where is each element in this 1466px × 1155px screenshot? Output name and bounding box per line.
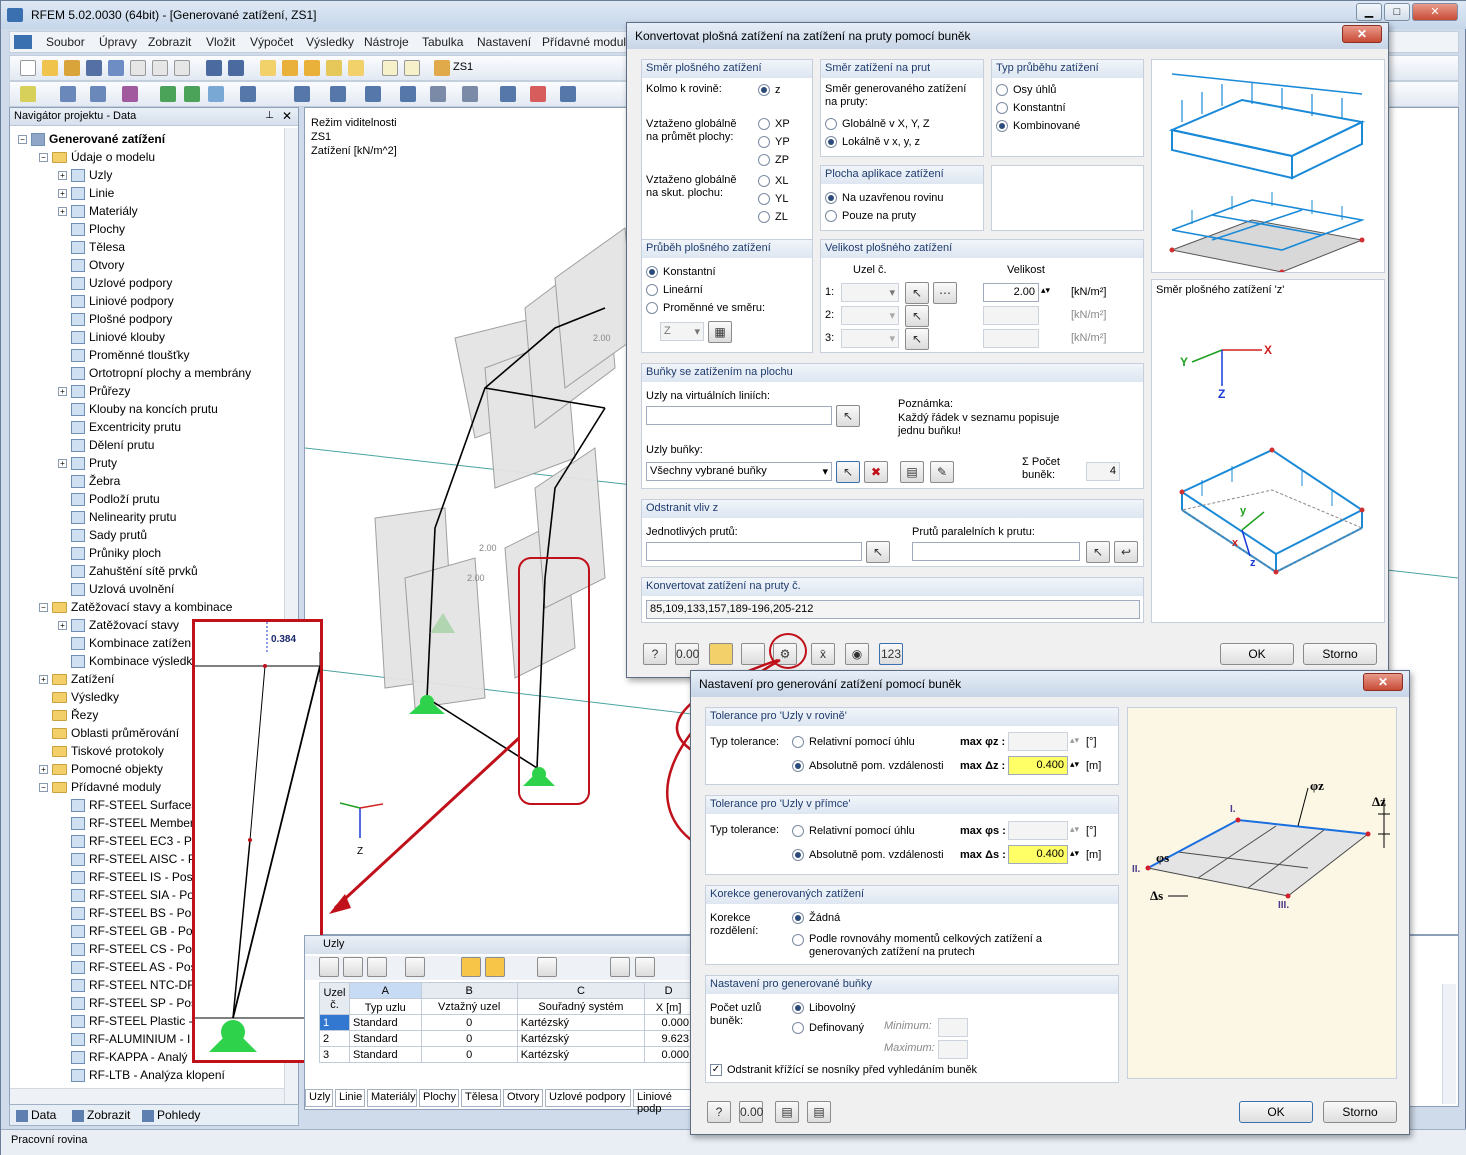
dialog2-title: Nastavení pro generování zatížení pomocí… bbox=[699, 677, 962, 691]
group-plane-tolerance: Tolerance pro 'Uzly v rovině' Typ tolera… bbox=[705, 707, 1119, 785]
spin-plane-angle[interactable]: ▴▾ bbox=[1070, 734, 1079, 747]
dialog2-load-defaults-icon[interactable]: ▤ bbox=[775, 1101, 799, 1123]
spin-plane-distance[interactable]: ▴▾ bbox=[1070, 758, 1079, 771]
label-correction: Korekce rozdělení: bbox=[710, 912, 759, 937]
group-line-tolerance: Tolerance pro 'Uzly v přímce' Typ tolera… bbox=[705, 795, 1119, 875]
dialog2-cancel-button[interactable]: Storno bbox=[1323, 1101, 1397, 1123]
svg-text:Δz: Δz bbox=[1372, 794, 1386, 809]
svg-text:φz: φz bbox=[1310, 778, 1324, 793]
spin-line-distance[interactable]: ▴▾ bbox=[1070, 847, 1079, 860]
dialog2-save-defaults-icon[interactable]: ▤ bbox=[807, 1101, 831, 1123]
input-plane-distance[interactable]: 0.400 bbox=[1008, 756, 1068, 775]
label-max-ds: max Δs : bbox=[960, 849, 1006, 861]
group-generated-cells-title: Nastavení pro generované buňky bbox=[710, 978, 873, 990]
radio-cells-any[interactable]: Libovolný bbox=[792, 1002, 855, 1015]
dialog2-close-button[interactable]: ✕ bbox=[1363, 673, 1403, 691]
input-line-angle[interactable] bbox=[1008, 821, 1068, 840]
radio-plane-absolute[interactable]: Absolutně pom. vzdálenosti bbox=[792, 760, 944, 773]
radio-correction-none[interactable]: Žádná bbox=[792, 912, 840, 925]
label-max-dz: max Δz : bbox=[960, 760, 1006, 772]
radio-correction-equilibrium[interactable]: Podle rovnováhy momentů celkových zatíže… bbox=[792, 933, 1052, 959]
label-tol-type-plane: Typ tolerance: bbox=[710, 736, 780, 748]
label-max-phi-s: max φs : bbox=[960, 825, 1006, 837]
check-remove-crossing[interactable]: ✓ Odstranit křížící se nosníky před vyhle… bbox=[710, 1064, 977, 1077]
group-correction: Korekce generovaných zatížení Korekce ro… bbox=[705, 885, 1119, 965]
input-cells-min[interactable] bbox=[938, 1018, 968, 1037]
group-line-tolerance-title: Tolerance pro 'Uzly v přímce' bbox=[710, 798, 851, 810]
label-tol-type-line: Typ tolerance: bbox=[710, 824, 780, 836]
unit-plane-distance: [m] bbox=[1086, 760, 1102, 772]
input-line-distance[interactable]: 0.400 bbox=[1008, 845, 1068, 864]
dialog2-titlebar: Nastavení pro generování zatížení pomocí… bbox=[691, 671, 1409, 697]
svg-text:Δs: Δs bbox=[1150, 888, 1163, 903]
label-cells-max: Maximum: bbox=[884, 1042, 935, 1054]
spin-line-angle[interactable]: ▴▾ bbox=[1070, 823, 1079, 836]
label-cell-node-count: Počet uzlů buněk: bbox=[710, 1002, 762, 1027]
svg-text:φs: φs bbox=[1156, 850, 1169, 865]
group-correction-title: Korekce generovaných zatížení bbox=[710, 888, 865, 900]
unit-line-angle: [°] bbox=[1086, 825, 1097, 837]
label-cells-min: Minimum: bbox=[884, 1020, 932, 1032]
radio-line-relative[interactable]: Relativní pomocí úhlu bbox=[792, 825, 915, 838]
dialog2-units-icon[interactable]: 0.00 bbox=[739, 1101, 763, 1123]
cell-settings-dialog: Nastavení pro generování zatížení pomocí… bbox=[690, 670, 1410, 1135]
radio-plane-relative[interactable]: Relativní pomocí úhlu bbox=[792, 736, 915, 749]
unit-plane-angle: [°] bbox=[1086, 736, 1097, 748]
tolerance-diagram: I. II. III. φz Δz φs Δs bbox=[1127, 707, 1397, 1079]
label-max-phi-z: max φz : bbox=[960, 736, 1006, 748]
dialog2-ok-button[interactable]: OK bbox=[1239, 1101, 1313, 1123]
input-cells-max[interactable] bbox=[938, 1040, 968, 1059]
group-generated-cells: Nastavení pro generované buňky Počet uzl… bbox=[705, 975, 1119, 1083]
radio-line-absolute[interactable]: Absolutně pom. vzdálenosti bbox=[792, 849, 944, 862]
group-plane-tolerance-title: Tolerance pro 'Uzly v rovině' bbox=[710, 710, 847, 722]
svg-text:III.: III. bbox=[1278, 900, 1289, 911]
input-plane-angle[interactable] bbox=[1008, 732, 1068, 751]
unit-line-distance: [m] bbox=[1086, 849, 1102, 861]
radio-cells-defined[interactable]: Definovaný bbox=[792, 1022, 864, 1035]
svg-text:II.: II. bbox=[1132, 864, 1141, 875]
svg-text:I.: I. bbox=[1230, 804, 1236, 815]
dialog2-help-icon[interactable]: ? bbox=[707, 1101, 731, 1123]
